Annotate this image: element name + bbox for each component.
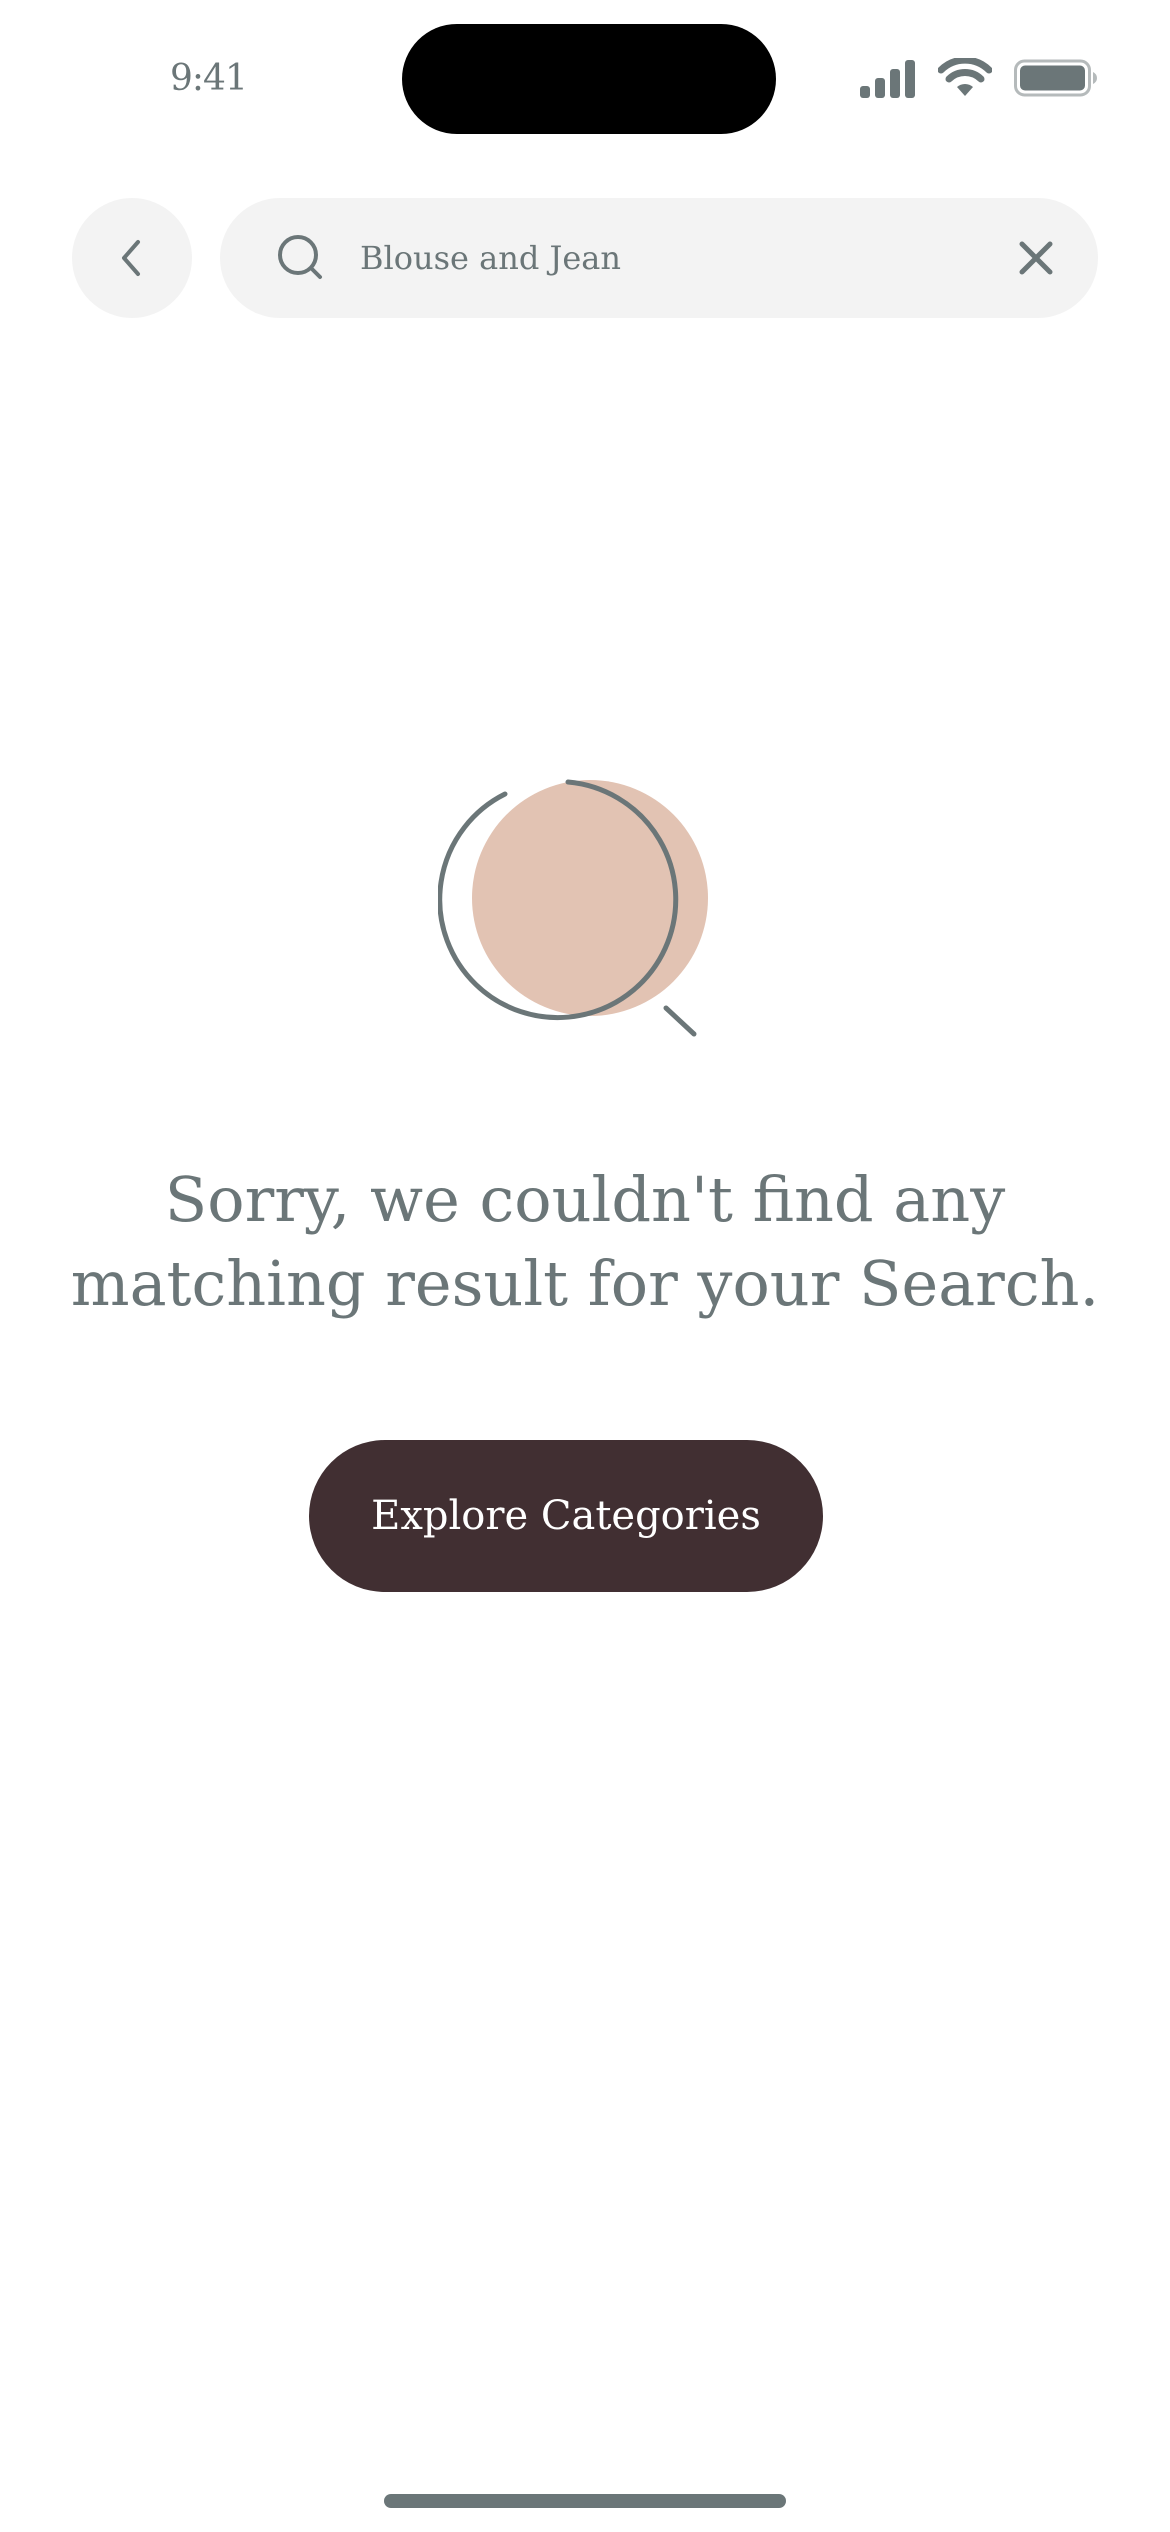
status-icons — [860, 56, 1098, 100]
search-input[interactable] — [360, 228, 980, 288]
back-button[interactable] — [72, 198, 192, 318]
explore-categories-button[interactable]: Explore Categories — [309, 1440, 823, 1592]
search-bar[interactable] — [220, 198, 1098, 318]
status-bar: 9:41 — [0, 0, 1170, 160]
search-icon — [278, 235, 322, 279]
close-icon[interactable] — [1012, 234, 1060, 282]
chevron-left-icon — [122, 240, 140, 276]
magnifier-illustration-icon — [438, 779, 708, 1037]
status-time: 9:41 — [170, 58, 248, 99]
home-indicator[interactable] — [384, 2494, 786, 2508]
battery-icon — [1014, 59, 1097, 97]
empty-state-message: Sorry, we couldn't find any matching res… — [70, 1163, 1100, 1320]
dynamic-island — [402, 24, 776, 134]
cellular-signal-icon — [860, 60, 915, 98]
wifi-icon — [938, 58, 992, 96]
